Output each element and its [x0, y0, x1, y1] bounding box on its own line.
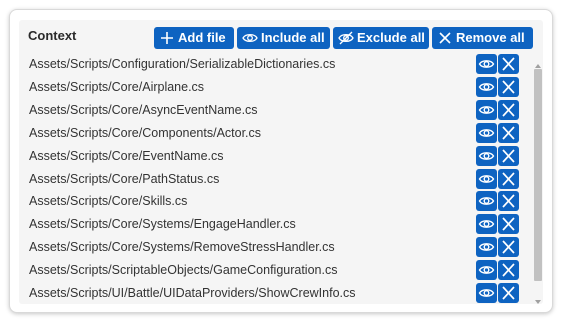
file-row: Assets/Scripts/Core/Systems/EngageHandle…	[19, 213, 524, 236]
remove-file-button[interactable]	[498, 99, 519, 120]
eye-off-icon	[338, 30, 354, 46]
remove-all-button[interactable]: Remove all	[432, 27, 533, 49]
context-header: Context Add file Include all Exclude all	[19, 20, 543, 50]
file-path: Assets/Scripts/Core/Airplane.cs	[29, 79, 205, 94]
exclude-all-button[interactable]: Exclude all	[333, 27, 429, 49]
add-file-button[interactable]: Add file	[154, 27, 234, 49]
remove-file-button[interactable]	[498, 145, 519, 166]
file-row: Assets/Scripts/Core/Components/Actor.cs	[19, 122, 524, 145]
include-file-button[interactable]	[476, 122, 497, 143]
file-row: Assets/Scripts/UI/Battle/UIDataProviders…	[19, 282, 524, 304]
plus-icon	[159, 30, 175, 46]
include-file-button[interactable]	[476, 54, 497, 74]
file-path: Assets/Scripts/Core/EventName.cs	[29, 148, 224, 163]
file-path: Assets/Scripts/ScriptableObjects/GameCon…	[29, 263, 338, 278]
file-row: Assets/Scripts/ScriptableObjects/GameCon…	[19, 259, 524, 282]
include-file-button[interactable]	[476, 237, 497, 258]
file-row: Assets/Scripts/Core/Systems/RemoveStress…	[19, 236, 524, 259]
file-path: Assets/Scripts/Core/PathStatus.cs	[29, 171, 220, 186]
remove-file-button[interactable]	[498, 237, 519, 258]
file-path: Assets/Scripts/Configuration/Serializabl…	[29, 57, 336, 71]
close-icon	[437, 30, 453, 46]
file-row: Assets/Scripts/Core/EventName.cs	[19, 145, 524, 168]
file-path: Assets/Scripts/Core/AsyncEventName.cs	[29, 102, 258, 117]
scroll-up-arrow-icon[interactable]	[534, 57, 542, 68]
remove-all-label: Remove all	[456, 30, 525, 45]
file-list: Assets/Scripts/Configuration/Serializabl…	[19, 53, 524, 304]
file-row: Assets/Scripts/Core/Airplane.cs	[19, 76, 524, 99]
file-row: Assets/Scripts/Configuration/Serializabl…	[19, 53, 524, 76]
scroll-thumb[interactable]	[534, 69, 542, 281]
scrollbar[interactable]	[532, 53, 543, 304]
file-path: Assets/Scripts/UI/Battle/UIDataProviders…	[29, 286, 356, 300]
include-file-button[interactable]	[476, 214, 497, 235]
include-file-button[interactable]	[476, 260, 497, 281]
include-file-button[interactable]	[476, 168, 497, 189]
add-file-label: Add file	[178, 30, 226, 45]
remove-file-button[interactable]	[498, 283, 519, 303]
include-file-button[interactable]	[476, 191, 497, 212]
include-file-button[interactable]	[476, 76, 497, 97]
remove-file-button[interactable]	[498, 260, 519, 281]
include-file-button[interactable]	[476, 283, 497, 303]
remove-file-button[interactable]	[498, 214, 519, 235]
include-all-button[interactable]: Include all	[237, 27, 330, 49]
file-row: Assets/Scripts/Core/PathStatus.cs	[19, 168, 524, 191]
file-row: Assets/Scripts/Core/Skills.cs	[19, 190, 524, 213]
include-all-label: Include all	[261, 30, 325, 45]
file-path: Assets/Scripts/Core/Systems/EngageHandle…	[29, 217, 296, 232]
scroll-down-arrow-icon[interactable]	[534, 293, 542, 304]
include-file-button[interactable]	[476, 99, 497, 120]
context-panel: Context Add file Include all Exclude all	[9, 9, 553, 313]
eye-icon	[242, 30, 258, 46]
file-path: Assets/Scripts/Core/Systems/RemoveStress…	[29, 240, 335, 255]
file-path: Assets/Scripts/Core/Skills.cs	[29, 194, 188, 209]
remove-file-button[interactable]	[498, 76, 519, 97]
remove-file-button[interactable]	[498, 168, 519, 189]
file-path: Assets/Scripts/Core/Components/Actor.cs	[29, 125, 262, 140]
remove-file-button[interactable]	[498, 191, 519, 212]
remove-file-button[interactable]	[498, 54, 519, 74]
context-panel-body: Context Add file Include all Exclude all	[19, 20, 543, 304]
remove-file-button[interactable]	[498, 122, 519, 143]
file-row: Assets/Scripts/Core/AsyncEventName.cs	[19, 99, 524, 122]
context-title: Context	[28, 28, 77, 43]
include-file-button[interactable]	[476, 145, 497, 166]
exclude-all-label: Exclude all	[357, 30, 425, 45]
